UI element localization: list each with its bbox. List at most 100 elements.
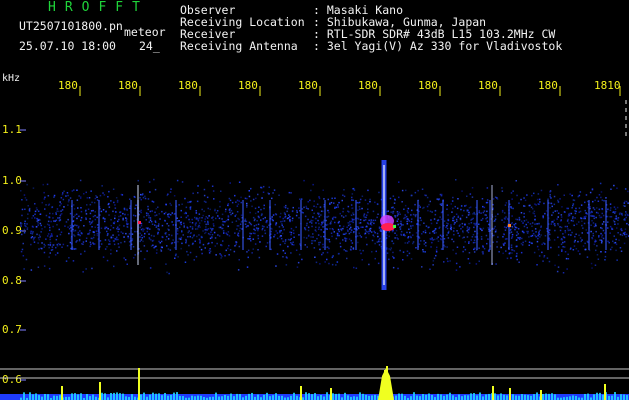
noise-pixel — [266, 221, 268, 224]
signal-peak — [330, 388, 332, 400]
noise-pixel — [353, 189, 356, 191]
noise-pixel — [47, 195, 50, 197]
signal-bar — [521, 394, 523, 400]
noise-pixel — [209, 227, 212, 230]
noise-pixel — [468, 227, 471, 229]
noise-pixel — [401, 201, 403, 203]
noise-pixel — [238, 181, 241, 183]
noise-pixel — [615, 249, 617, 252]
noise-pixel — [567, 233, 570, 236]
noise-pixel — [400, 222, 402, 225]
noise-pixel — [26, 217, 29, 220]
noise-pixel — [132, 246, 135, 248]
noise-pixel — [89, 218, 91, 220]
noise-pixel — [554, 224, 556, 227]
noise-pixel — [531, 225, 533, 227]
noise-pixel — [45, 214, 48, 217]
signal-bar — [281, 395, 283, 400]
noise-pixel — [74, 214, 76, 216]
signal-peak — [492, 386, 494, 400]
noise-pixel — [44, 208, 46, 210]
noise-pixel — [286, 210, 288, 213]
noise-pixel — [408, 240, 410, 243]
noise-pixel — [292, 241, 294, 243]
noise-pixel — [154, 211, 156, 214]
noise-pixel — [31, 232, 34, 234]
noise-pixel — [397, 223, 399, 226]
noise-pixel — [72, 204, 75, 206]
noise-pixel — [516, 231, 518, 233]
noise-pixel — [428, 203, 430, 206]
noise-pixel — [368, 228, 371, 230]
noise-pixel — [123, 208, 126, 210]
noise-pixel — [318, 196, 320, 198]
noise-pixel — [270, 217, 273, 220]
noise-pixel — [89, 203, 92, 206]
noise-pixel — [397, 267, 399, 270]
noise-pixel — [480, 219, 483, 221]
noise-pixel — [522, 241, 524, 244]
noise-pixel — [521, 237, 523, 240]
signal-bar — [338, 393, 340, 400]
noise-pixel — [100, 210, 103, 213]
noise-pixel — [225, 232, 227, 234]
noise-pixel — [552, 211, 554, 214]
signal-bar — [77, 394, 79, 400]
noise-pixel — [497, 236, 499, 238]
signal-bar — [224, 394, 226, 400]
noise-pixel — [52, 225, 54, 228]
noise-pixel — [440, 238, 442, 240]
noise-pixel — [155, 225, 158, 227]
noise-pixel — [222, 240, 224, 242]
noise-pixel — [424, 194, 426, 196]
noise-pixel — [530, 242, 533, 244]
noise-pixel — [92, 215, 95, 218]
signal-peak — [540, 390, 542, 400]
noise-pixel — [591, 237, 594, 240]
noise-pixel — [410, 214, 412, 216]
noise-pixel — [283, 220, 286, 222]
noise-pixel — [474, 236, 477, 238]
noise-pixel — [480, 212, 482, 214]
noise-pixel — [78, 233, 80, 236]
noise-pixel — [372, 210, 375, 213]
noise-pixel — [457, 216, 459, 218]
noise-pixel — [209, 208, 211, 211]
noise-pixel — [45, 238, 47, 240]
noise-pixel — [359, 234, 361, 237]
noise-pixel — [432, 230, 434, 233]
noise-pixel — [378, 191, 380, 194]
noise-pixel — [227, 218, 229, 221]
noise-pixel — [288, 191, 291, 194]
noise-pixel — [340, 229, 343, 232]
noise-pixel — [284, 240, 287, 242]
noise-pixel — [353, 218, 355, 221]
noise-pixel — [89, 241, 92, 244]
noise-pixel — [21, 199, 23, 201]
noise-pixel — [231, 212, 234, 215]
noise-pixel — [85, 268, 87, 270]
noise-pixel — [285, 204, 287, 207]
noise-pixel — [128, 241, 131, 243]
noise-pixel — [222, 230, 225, 232]
noise-pixel — [364, 232, 367, 235]
noise-pixel — [583, 216, 586, 218]
noise-pixel — [350, 229, 353, 231]
noise-pixel — [557, 212, 560, 214]
noise-pixel — [456, 220, 458, 223]
noise-pixel — [71, 190, 74, 192]
noise-pixel — [246, 204, 248, 207]
noise-pixel — [36, 208, 38, 211]
noise-pixel — [342, 207, 345, 210]
noise-pixel — [453, 227, 455, 229]
noise-pixel — [80, 253, 82, 255]
noise-pixel — [92, 242, 94, 244]
noise-pixel — [528, 236, 530, 238]
noise-pixel — [414, 214, 417, 216]
noise-pixel — [461, 190, 463, 192]
noise-pixel — [195, 228, 197, 230]
signal-bar — [308, 393, 310, 400]
noise-pixel — [261, 227, 264, 230]
noise-pixel — [521, 244, 524, 246]
noise-pixel — [504, 212, 506, 214]
